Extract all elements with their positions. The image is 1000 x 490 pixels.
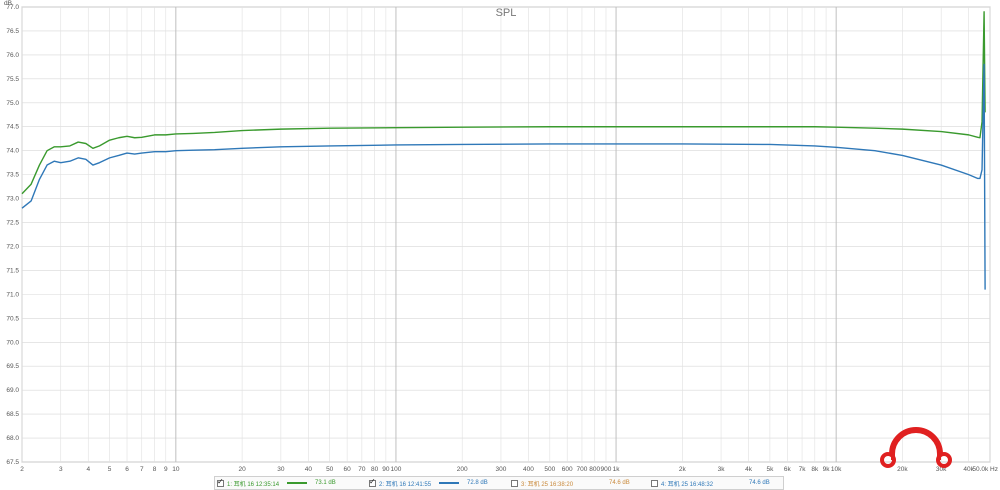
legend-item-2[interactable]: 2: 耳机 16 12:41:55 72.8 dB [369, 477, 511, 488]
x-tick-label: 3 [59, 466, 63, 473]
x-tick-label: 10k [831, 466, 842, 473]
legend-checkbox[interactable] [651, 479, 658, 487]
x-tick-label: 4k [745, 466, 753, 473]
x-tick-label: 8 [153, 466, 157, 473]
legend-item-4[interactable]: 4: 耳机 25 16:48:32 74.6 dB [651, 478, 785, 488]
legend-checkbox[interactable] [511, 479, 518, 487]
x-tick-label: 5k [766, 466, 774, 473]
x-tick-label: 20 [238, 466, 246, 473]
legend-checkbox[interactable] [369, 477, 376, 487]
y-tick-label: 74.0 [6, 148, 19, 155]
y-tick-label: 71.5 [6, 267, 19, 274]
x-tick-label: 4 [86, 466, 90, 473]
x-tick-label: 200 [457, 466, 468, 473]
x-tick-label: 2k [679, 466, 687, 473]
legend-item-1[interactable]: 1: 耳机 16 12:35:14 73.1 dB [217, 477, 369, 488]
legend-swatch [581, 482, 601, 484]
y-tick-label: 71.0 [6, 291, 19, 298]
y-tick-label: 68.0 [6, 435, 19, 442]
y-tick-label: 75.0 [6, 100, 19, 107]
x-tick-label: 400 [523, 466, 534, 473]
x-tick-label: 100 [391, 466, 402, 473]
x-tick-label: 300 [496, 466, 507, 473]
y-axis-label: dB [4, 0, 12, 7]
y-tick-label: 76.0 [6, 52, 19, 59]
x-tick-label: 6 [125, 466, 129, 473]
legend-series-name: 3: 耳机 25 16:38:20 [521, 481, 574, 488]
x-tick-label: 7k [799, 466, 807, 473]
logo-right-stem [937, 446, 941, 460]
x-tick-label: 90 [382, 466, 390, 473]
y-tick-label: 74.5 [6, 124, 19, 131]
y-tick-label: 69.5 [6, 363, 19, 370]
plot-background [21, 6, 991, 463]
x-tick-label: 2 [20, 466, 24, 473]
x-tick-label: 5 [108, 466, 112, 473]
x-axis-ticks: 2 3 4 5 6 7 8 9 10 20 30 40 50 60 70 80 90 100 200 300 400 50… [20, 466, 998, 473]
x-tick-label: 3k [718, 466, 726, 473]
y-tick-label: 73.0 [6, 196, 19, 203]
y-tick-label: 70.0 [6, 339, 19, 346]
y-tick-label: 69.0 [6, 387, 19, 394]
y-axis-ticks: 67.5 68.0 68.5 69.0 69.5 70.0 70.5 71.0 71.5 72.0… [6, 4, 19, 466]
x-tick-label: 700 [577, 466, 588, 473]
x-tick-label: 80 [371, 466, 379, 473]
y-tick-label: 72.0 [6, 243, 19, 250]
legend-value: 73.1 dB [315, 480, 336, 486]
x-tick-label: 800 [589, 466, 600, 473]
y-tick-label: 76.5 [6, 28, 19, 35]
y-tick-label: 70.5 [6, 315, 19, 322]
legend-value: 72.8 dB [467, 480, 488, 486]
spl-chart: 67.5 68.0 68.5 69.0 69.5 70.0 70.5 71.0 71.5 72.0… [4, 0, 998, 473]
y-tick-label: 68.5 [6, 411, 19, 418]
legend-item-3[interactable]: 3: 耳机 25 16:38:20 74.6 dB [511, 478, 651, 488]
y-tick-label: 72.5 [6, 220, 19, 227]
x-tick-label: 7 [140, 466, 144, 473]
y-tick-label: 67.5 [6, 459, 19, 466]
legend-series-name: 4: 耳机 25 16:48:32 [661, 481, 714, 488]
x-tick-label: 600 [562, 466, 573, 473]
legend-swatch [287, 482, 308, 484]
x-tick-label: 1k [613, 466, 621, 473]
legend-swatch [439, 482, 460, 484]
x-tick-label: 900 [601, 466, 612, 473]
x-tick-label: 9k [823, 466, 831, 473]
legend-swatch [721, 482, 741, 484]
brand-logo [880, 427, 952, 468]
x-tick-label: 40 [305, 466, 313, 473]
legend-value: 74.6 dB [749, 480, 770, 486]
legend: 1: 耳机 16 12:35:14 73.1 dB 2: 耳机 16 12:41:5… [214, 476, 784, 490]
logo-headband [889, 427, 943, 457]
x-tick-label: 8k [811, 466, 819, 473]
y-tick-label: 75.5 [6, 76, 19, 83]
legend-checkbox[interactable] [217, 477, 224, 487]
x-tick-label: 50 [326, 466, 334, 473]
x-tick-label: 10 [172, 466, 180, 473]
x-tick-label: 9 [164, 466, 168, 473]
legend-series-name: 2: 耳机 16 12:41:55 [379, 481, 432, 488]
x-tick-label: 30 [277, 466, 285, 473]
y-tick-label: 73.5 [6, 172, 19, 179]
legend-value: 74.6 dB [609, 480, 630, 486]
legend-series-name: 1: 耳机 16 12:35:14 [227, 481, 280, 488]
logo-left-stem [891, 446, 895, 460]
x-tick-label: 50.0k Hz [972, 466, 998, 473]
x-tick-label: 6k [784, 466, 792, 473]
x-tick-label: 60 [344, 466, 352, 473]
x-tick-label: 70 [358, 466, 366, 473]
x-tick-label: 500 [544, 466, 555, 473]
chart-title: SPL [496, 7, 517, 19]
